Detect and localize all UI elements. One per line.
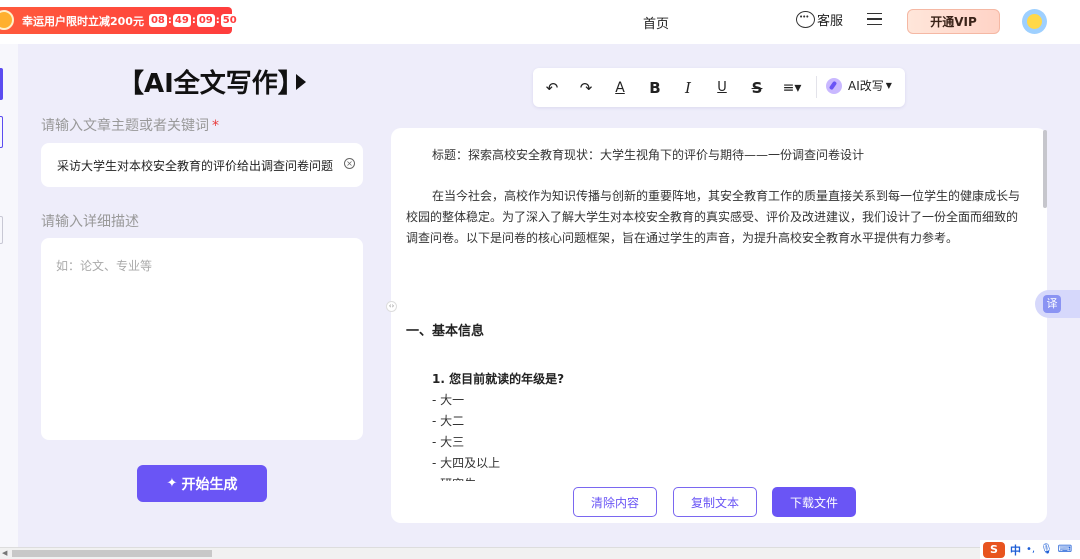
sidebar-item[interactable]	[0, 216, 3, 244]
sogou-logo-icon: S	[983, 541, 1005, 558]
ai-pen-icon	[826, 77, 842, 94]
scrollbar-thumb[interactable]	[12, 550, 212, 557]
clear-input-icon[interactable]: ×	[344, 158, 355, 169]
keyboard-icon[interactable]: ⌨	[1058, 544, 1072, 555]
promo-text: 幸运用户限时立减200元	[22, 14, 144, 28]
top-bar: 幸运用户限时立减200元 08: 49: 09: 50 首页 客服 开通VIP	[0, 0, 1080, 44]
promo-banner[interactable]: 幸运用户限时立减200元 08: 49: 09: 50	[0, 7, 239, 34]
avatar[interactable]	[1022, 9, 1047, 34]
underline-button[interactable]: U	[711, 77, 733, 99]
topic-label: 请输入文章主题或者关键词 *	[41, 115, 219, 135]
punctuation-icon[interactable]: •,	[1026, 544, 1035, 555]
microphone-icon[interactable]: 🎙	[1040, 544, 1053, 555]
question-1: 1. 您目前就读的年级是?	[432, 372, 565, 386]
collapse-handle-icon[interactable]: ‹›	[386, 301, 397, 312]
option-item: - 大四及以上	[432, 456, 501, 470]
document-intro: 在当今社会，高校作为知识传播与创新的重要阵地，其安全教育工作的质量直接关系到每一…	[406, 189, 1021, 245]
sidebar-item[interactable]	[0, 116, 3, 148]
countdown-timer: 08: 49: 09: 50	[148, 14, 239, 27]
option-item: - 大三	[432, 435, 465, 449]
generate-label: 开始生成	[181, 476, 238, 493]
topic-input[interactable]: 采访大学生对本校安全教育的评价给出调查问卷问题	[41, 143, 363, 187]
align-menu-icon[interactable]: ≡▾	[781, 77, 803, 99]
topic-label-text: 请输入文章主题或者关键词	[41, 118, 209, 134]
timer-hours: 08	[148, 14, 167, 27]
horizontal-scrollbar[interactable]: ◀	[0, 547, 1080, 559]
customer-service-label: 客服	[817, 14, 844, 29]
ime-language[interactable]: 中	[1010, 542, 1021, 558]
translate-tab[interactable]: 译	[1035, 290, 1080, 318]
generate-button[interactable]: ✦ 开始生成	[137, 465, 267, 502]
timer-seconds: 09	[196, 14, 215, 27]
undo-icon[interactable]: ↶	[541, 77, 563, 99]
sidebar-item-active[interactable]	[0, 68, 3, 100]
ai-rewrite-label: AI改写	[848, 79, 884, 93]
play-arrow-icon[interactable]	[296, 74, 306, 90]
hamburger-menu-icon[interactable]	[867, 13, 882, 25]
nav-home-link[interactable]: 首页	[643, 13, 669, 32]
required-mark: *	[212, 118, 219, 134]
scroll-left-icon[interactable]: ◀	[2, 549, 7, 557]
question-options: - 大一 - 大二 - 大三 - 大四及以上	[432, 390, 500, 474]
section-heading: 一、基本信息	[406, 324, 485, 339]
avatar-face-icon	[1027, 14, 1042, 29]
font-color-button[interactable]: A	[609, 77, 631, 99]
download-file-button[interactable]: 下载文件	[772, 487, 856, 517]
chat-bubble-icon	[796, 11, 815, 28]
translate-icon: 译	[1043, 295, 1061, 313]
detail-placeholder: 如：论文、专业等	[56, 259, 153, 273]
document-title: 标题：探索高校安全教育现状：大学生视角下的评价与期待——一份调查问卷设计	[432, 148, 865, 162]
clear-content-button[interactable]: 清除内容	[573, 487, 657, 517]
italic-button[interactable]: I	[677, 77, 699, 99]
redo-icon[interactable]: ↷	[575, 77, 597, 99]
coin-icon	[0, 10, 14, 30]
bold-button[interactable]: B	[644, 77, 666, 99]
timer-minutes: 49	[172, 14, 191, 27]
copy-text-button[interactable]: 复制文本	[673, 487, 757, 517]
option-item: - 大二	[432, 414, 465, 428]
sparkle-icon: ✦	[166, 476, 178, 491]
detail-textarea[interactable]: 如：论文、专业等	[41, 238, 363, 440]
ime-toolbar[interactable]: S 中 •, 🎙 ⌨	[980, 540, 1080, 559]
page-title: 【AI全文写作】	[118, 69, 304, 99]
detail-label: 请输入详细描述	[41, 214, 139, 230]
option-item: - 大一	[432, 393, 465, 407]
customer-service-link[interactable]: 客服	[796, 10, 843, 29]
strikethrough-button[interactable]: S	[746, 77, 768, 99]
toolbar-divider	[816, 76, 817, 98]
timer-centiseconds: 50	[220, 14, 239, 27]
topic-input-value: 采访大学生对本校安全教育的评价给出调查问卷问题	[57, 158, 334, 173]
ai-rewrite-button[interactable]: AI改写 ▼	[826, 77, 892, 94]
chevron-down-icon: ▼	[885, 81, 892, 90]
vip-button[interactable]: 开通VIP	[907, 9, 1000, 34]
option-item-partial: - 研究生	[432, 474, 476, 481]
editor-scrollbar[interactable]	[1043, 130, 1047, 208]
